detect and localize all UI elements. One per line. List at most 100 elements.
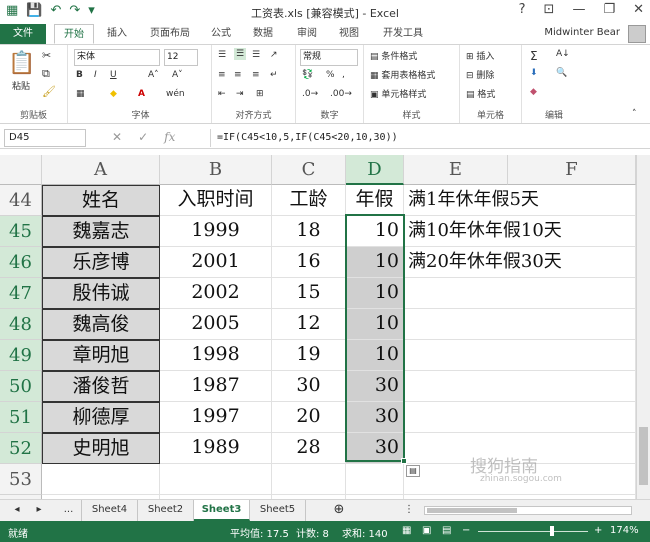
cell-a49[interactable]: 章明旭 [42,340,160,371]
decrease-decimal-icon[interactable]: .00→ [330,89,352,99]
cell-c51[interactable]: 20 [272,402,346,433]
row-header-47[interactable]: 47 [0,278,42,309]
zoom-level[interactable]: 174% [610,525,639,536]
cell-e46[interactable]: 满20年休年假30天 [404,247,562,278]
cell-d44[interactable]: 年假 [346,185,404,216]
row-header-50[interactable]: 50 [0,371,42,402]
row-header-52[interactable]: 52 [0,433,42,464]
cell-d47[interactable]: 10 [346,278,404,309]
close-icon[interactable]: ✕ [633,2,644,17]
cell-e44[interactable]: 满1年休年假5天 [404,185,539,216]
cell-d46[interactable]: 10 [346,247,404,278]
tab-file[interactable]: 文件 [0,24,46,44]
orientation-icon[interactable]: ↗ [270,50,278,60]
row-header-51[interactable]: 51 [0,402,42,433]
paste-icon[interactable]: 📋 [8,51,35,76]
cell-f51[interactable] [508,402,636,433]
format-painter-icon[interactable]: 🖌 [42,85,56,98]
wrap-text-icon[interactable]: ↵ [270,70,278,80]
avatar[interactable] [628,25,646,43]
cell-f44[interactable] [508,185,636,216]
cell-b44[interactable]: 入职时间 [160,185,272,216]
cell-b46[interactable]: 2001 [160,247,272,278]
cell-d45[interactable]: 10 [346,216,404,247]
cell-e51[interactable] [404,402,508,433]
vertical-scrollbar[interactable] [636,155,650,499]
cell-e47[interactable] [404,278,508,309]
ribbon-display-icon[interactable]: ⊡ [544,2,555,17]
fill-handle[interactable] [401,458,407,464]
next-sheet-icon[interactable]: ▸ [28,500,50,521]
worksheet-grid[interactable]: A B C D E F 44 姓名 入职时间 工龄 年假 满1年休年假5天 45 魏嘉志 199… [0,155,636,499]
cell-styles-button[interactable]: ▣ 单元格样式 [370,87,426,100]
cell-a51[interactable]: 柳德厚 [42,402,160,433]
phonetic-icon[interactable]: wén [166,89,185,99]
border-icon[interactable]: ▦ [76,89,85,99]
enter-icon[interactable]: ✓ [138,130,148,144]
help-icon[interactable]: ? [519,2,526,17]
zoom-slider[interactable] [478,526,588,536]
align-top-icon[interactable]: ☰ [218,50,226,60]
cell-e48[interactable] [404,309,508,340]
page-break-view-icon[interactable]: ▤ [442,525,451,536]
cell-c50[interactable]: 30 [272,371,346,402]
row-header-44[interactable]: 44 [0,185,42,216]
tab-home[interactable]: 开始 [54,24,94,44]
cell-a46[interactable]: 乐彦博 [42,247,160,278]
row-header-45[interactable]: 45 [0,216,42,247]
restore-icon[interactable]: ❐ [603,2,615,17]
new-sheet-icon[interactable]: ⊕ [328,500,350,521]
cancel-icon[interactable]: ✕ [112,130,122,144]
fill-icon[interactable]: ⬇ [530,68,538,78]
cell-a47[interactable]: 殷伟诚 [42,278,160,309]
tab-insert[interactable]: 插入 [100,24,134,44]
column-header-f[interactable]: F [508,155,636,185]
tab-review[interactable]: 审阅 [290,24,324,44]
cell-c45[interactable]: 18 [272,216,346,247]
percent-icon[interactable]: % [326,70,335,80]
row-header-48[interactable]: 48 [0,309,42,340]
sort-filter-icon[interactable]: A↓ [556,49,570,59]
row-header-49[interactable]: 49 [0,340,42,371]
cell-f47[interactable] [508,278,636,309]
conditional-format-button[interactable]: ▤ 条件格式 [370,49,417,62]
fill-color-icon[interactable]: ◆ [110,89,117,99]
cell-c47[interactable]: 15 [272,278,346,309]
cut-icon[interactable]: ✂ [42,49,51,62]
copy-icon[interactable]: ⧉ [42,67,50,81]
tab-data[interactable]: 数据 [246,24,280,44]
indent-increase-icon[interactable]: ⇥ [236,89,244,99]
cell-c48[interactable]: 12 [272,309,346,340]
zoom-in-icon[interactable]: + [594,525,602,536]
select-all-corner[interactable] [0,155,42,185]
zoom-out-icon[interactable]: − [462,525,470,536]
cell-b51[interactable]: 1997 [160,402,272,433]
formula-input[interactable]: =IF(C45<10,5,IF(C45<20,10,30)) [210,129,638,147]
row-header-46[interactable]: 46 [0,247,42,278]
column-header-a[interactable]: A [42,155,160,185]
find-select-icon[interactable]: 🔍 [556,68,567,78]
cell-d48[interactable]: 10 [346,309,404,340]
row-header-53[interactable]: 53 [0,464,42,495]
quick-analysis-icon[interactable]: ▤ [406,465,420,477]
cell-e45[interactable]: 满10年休年假10天 [404,216,562,247]
horizontal-scroll-thumb[interactable] [427,508,517,513]
cell-f45[interactable] [508,216,636,247]
collapse-ribbon-icon[interactable]: ˄ [632,109,637,119]
font-name-select[interactable]: 宋体 [74,49,160,66]
number-format-select[interactable]: 常规 [300,49,358,66]
underline-icon[interactable]: U [110,70,117,80]
delete-cells-button[interactable]: ⊟ 删除 [466,68,494,81]
cell-d50[interactable]: 30 [346,371,404,402]
tab-formulas[interactable]: 公式 [204,24,238,44]
cell-e49[interactable] [404,340,508,371]
zoom-slider-thumb[interactable] [550,526,554,536]
cell-b45[interactable]: 1999 [160,216,272,247]
vertical-scroll-thumb[interactable] [639,427,648,485]
prev-sheet-icon[interactable]: ◂ [6,500,28,521]
clear-icon[interactable]: ◆ [530,87,537,97]
name-box[interactable]: D45 [4,129,86,147]
align-bottom-icon[interactable]: ☰ [252,50,260,60]
normal-view-icon[interactable]: ▦ [402,525,411,536]
cell-a50[interactable]: 潘俊哲 [42,371,160,402]
